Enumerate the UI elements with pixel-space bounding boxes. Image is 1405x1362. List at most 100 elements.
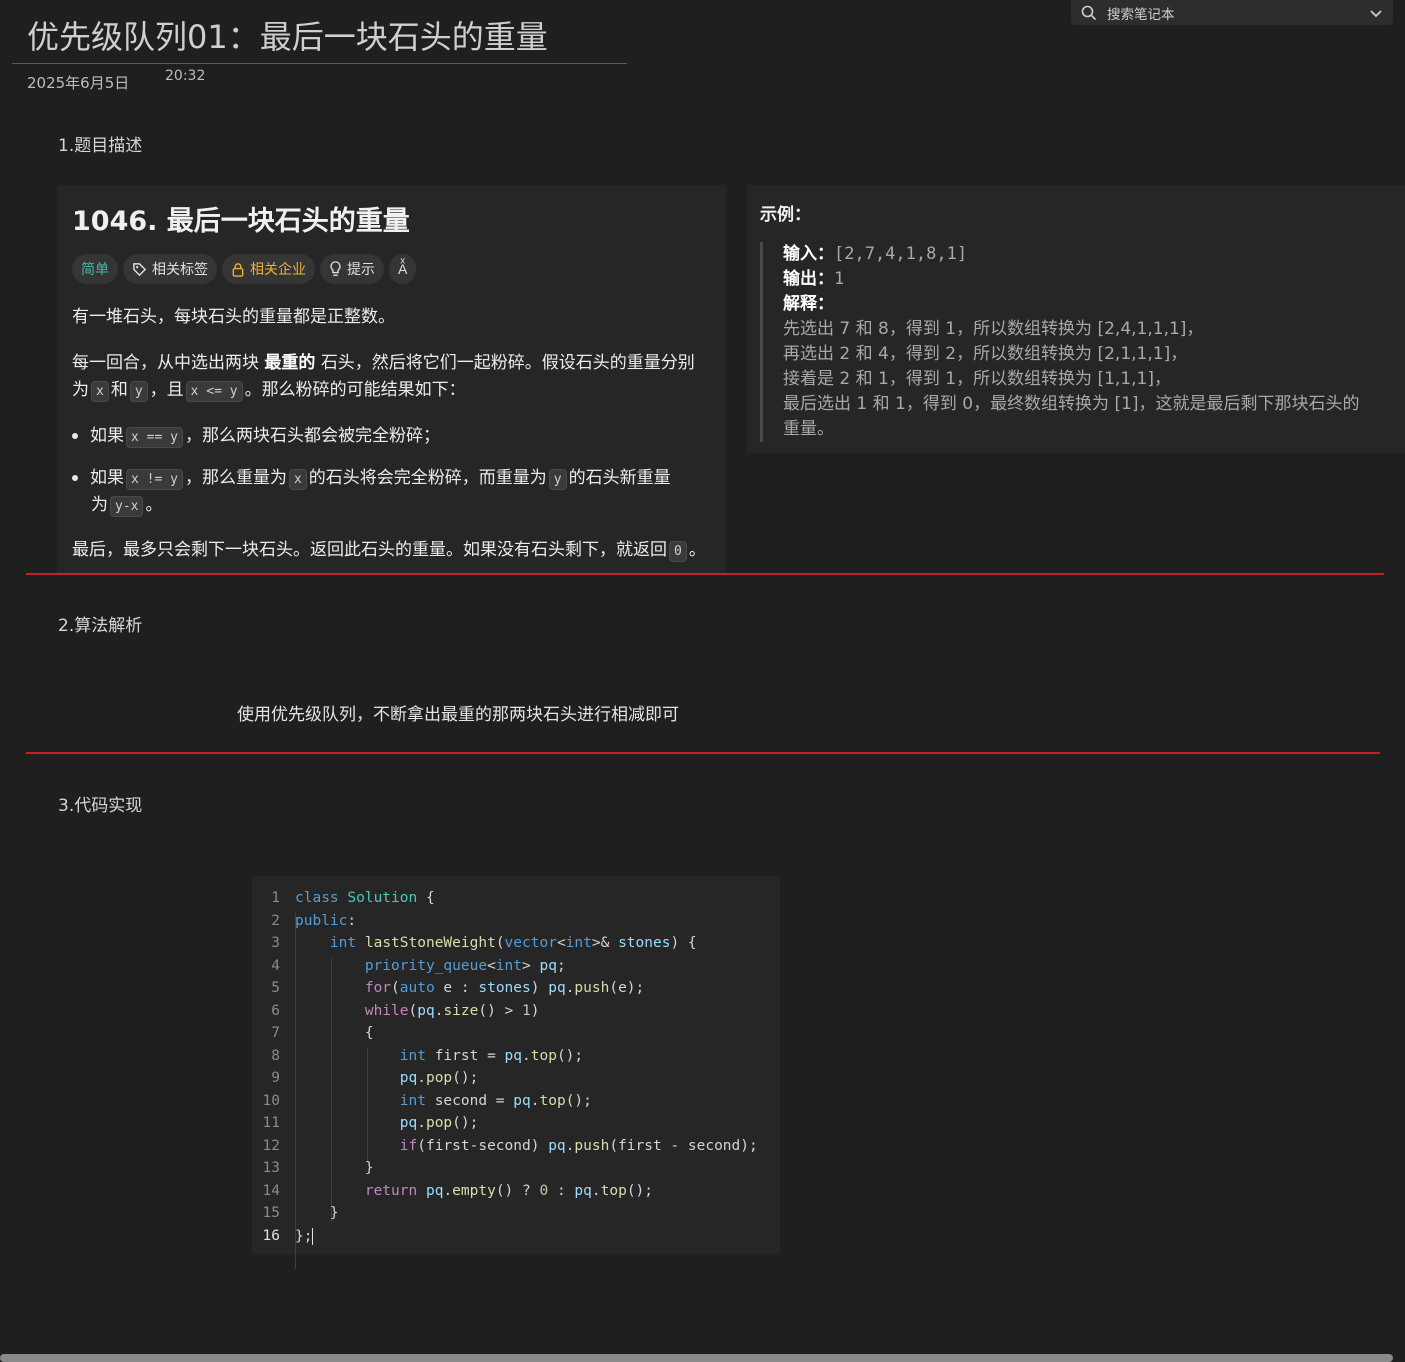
list-item: 如果 x != y ，那么重量为 x 的石头将会完全粉碎，而重量为 y 的石头新重量 [72, 465, 671, 492]
text: 如果 [90, 468, 124, 488]
red-divider [26, 752, 1380, 754]
title-divider [12, 63, 627, 64]
section-heading-description: 1.题目描述 [58, 136, 143, 156]
code-editor[interactable]: 1 2 3 4 5 6 7 8 9 10 11 12 13 14 15 16 c… [252, 876, 780, 1269]
explain-line: 再选出 2 和 4，得到 2，所以数组转换为 [2,1,1,1]， [783, 344, 1188, 364]
notebook-search[interactable]: 搜索笔记本 [1071, 0, 1393, 25]
line-number: 2 [271, 913, 280, 929]
search-icon [1081, 5, 1097, 20]
inline-code: 0 [669, 541, 687, 562]
text: 。 [145, 495, 163, 515]
line-number: 1 [271, 890, 280, 906]
text: 的石头将会完全粉碎，而重量为 [308, 468, 547, 488]
explain-line: 重量。 [783, 419, 834, 439]
list-item: 如果 x == y ，那么两块石头都会被完全粉碎； [72, 423, 440, 450]
example-block: 输入：[2,7,4,1,8,1] 输出：1 解释： 先选出 7 和 8，得到 1… [760, 242, 1360, 442]
related-tags-button[interactable]: 相关标签 [123, 254, 217, 284]
text: 石头，然后将它们一起粉碎。假设石头的重量分别 [320, 353, 695, 373]
inline-code: y [129, 381, 148, 402]
explain-line: 最后选出 1 和 1，得到 0，最终数组转换为 [1]，这就是最后剩下那块石头的 [783, 394, 1360, 414]
translate-button[interactable]: Aͯ [389, 254, 417, 284]
example-input: 输入：[2,7,4,1,8,1] [783, 242, 1360, 267]
code-line: for(auto e : stones) pq.push(e); [364, 980, 645, 996]
explain-line: 先选出 7 和 8，得到 1，所以数组转换为 [2,4,1,1,1]， [783, 319, 1204, 339]
text: 。 [688, 540, 706, 560]
line-number-current: 16 [262, 1228, 280, 1244]
line-number: 3 [271, 935, 280, 951]
analysis-text[interactable]: 使用优先级队列，不断拿出最重的那两块石头进行相减即可 [237, 700, 679, 725]
text: 如果 [90, 426, 124, 446]
code-line: { [295, 1025, 374, 1041]
explain-label: 解释： [783, 294, 834, 314]
chevron-down-icon[interactable] [1369, 6, 1383, 20]
code-line: while(pq.size() > 1) [364, 1003, 540, 1019]
related-companies-label: 相关企业 [250, 262, 306, 278]
problem-panel: 1046. 最后一块石头的重量 简单 相关标签 相关企业 提示 Aͯ 有一堆石头… [57, 185, 726, 573]
related-companies-button[interactable]: 相关企业 [222, 254, 315, 284]
line-number: 7 [271, 1025, 280, 1041]
tag-icon [133, 262, 147, 276]
inline-code: x == y [126, 427, 183, 448]
lightbulb-icon [330, 261, 341, 276]
problem-tags: 简单 相关标签 相关企业 提示 Aͯ [72, 254, 417, 284]
inline-code: x [91, 381, 109, 402]
inline-code: x <= y [185, 381, 243, 402]
code-line: }; [295, 1228, 314, 1245]
line-number: 15 [262, 1205, 280, 1221]
section-heading-code: 3.代码实现 [58, 796, 143, 816]
code-line: int lastStoneWeight(vector<int>& stones)… [329, 935, 697, 951]
bullet-dot [72, 433, 78, 439]
difficulty-tag[interactable]: 简单 [72, 254, 118, 284]
code-line: return pq.empty() ? 0 : pq.top(); [364, 1183, 654, 1199]
note-date: 2025年6月5日 [27, 74, 130, 92]
example-panel: 示例： 输入：[2,7,4,1,8,1] 输出：1 解释： 先选出 7 和 8，… [747, 185, 1405, 453]
line-number: 4 [271, 958, 280, 974]
code-line: public: [295, 913, 357, 929]
text: ，那么两块石头都会被完全粉碎； [184, 426, 440, 446]
line-number: 13 [262, 1160, 280, 1176]
hint-button[interactable]: 提示 [320, 254, 384, 284]
search-placeholder[interactable]: 搜索笔记本 [1107, 3, 1369, 23]
text: ，那么重量为 [184, 468, 287, 488]
hint-label: 提示 [347, 262, 375, 278]
lock-icon [232, 262, 244, 277]
red-divider [26, 573, 1384, 575]
code-line: priority_queue<int> pq; [364, 958, 566, 974]
line-number: 11 [262, 1115, 280, 1131]
inline-code: x != y [126, 469, 183, 490]
line-number: 10 [262, 1093, 280, 1109]
explain-line: 接着是 2 和 1，得到 1，所以数组转换为 [1,1,1]， [783, 369, 1171, 389]
code-line: if(first-second) pq.push(first - second)… [399, 1138, 758, 1154]
example-explain: 解释： [783, 292, 1360, 317]
text-cursor [312, 1228, 314, 1245]
inline-code: x [288, 469, 307, 490]
text: 为 [72, 380, 89, 400]
code-line: } [295, 1205, 339, 1221]
page-title[interactable]: 优先级队列01：最后一块石头的重量 [27, 12, 548, 58]
list-item-continuation: 为 y-x。 [91, 492, 162, 519]
code-line: pq.pop(); [399, 1115, 479, 1131]
text: 最后，最多只会剩下一块石头。返回此石头的重量。如果没有石头剩下，就返回 [72, 540, 667, 560]
line-number: 5 [271, 980, 280, 996]
line-number: 14 [262, 1183, 280, 1199]
section-heading-analysis: 2.算法解析 [58, 616, 143, 636]
line-number: 9 [271, 1070, 280, 1086]
output-label: 输出： [783, 269, 834, 289]
input-value: [2,7,4,1,8,1] [834, 244, 968, 264]
example-output: 输出：1 [783, 267, 1360, 292]
paragraph-rules-line1: 每一回合，从中选出两块 最重的 石头，然后将它们一起粉碎。假设石头的重量分别 [72, 350, 695, 377]
code-line: int second = pq.top(); [399, 1093, 592, 1109]
text: 的石头新重量 [568, 468, 671, 488]
horizontal-scrollbar[interactable] [0, 1354, 1393, 1362]
line-number: 6 [271, 1003, 280, 1019]
line-number: 12 [262, 1138, 280, 1154]
paragraph-rules-line2: 为 x 和 y ，且 x <= y 。那么粉碎的可能结果如下： [72, 377, 466, 404]
text: ，且 [149, 380, 184, 400]
translate-icon: Aͯ [398, 261, 408, 278]
input-label: 输入： [783, 244, 834, 264]
inline-code: y [548, 469, 567, 490]
text: 每一回合，从中选出两块 [72, 353, 259, 373]
code-line: class Solution { [295, 890, 435, 906]
difficulty-label: 简单 [81, 262, 109, 278]
code-line: } [295, 1160, 374, 1176]
